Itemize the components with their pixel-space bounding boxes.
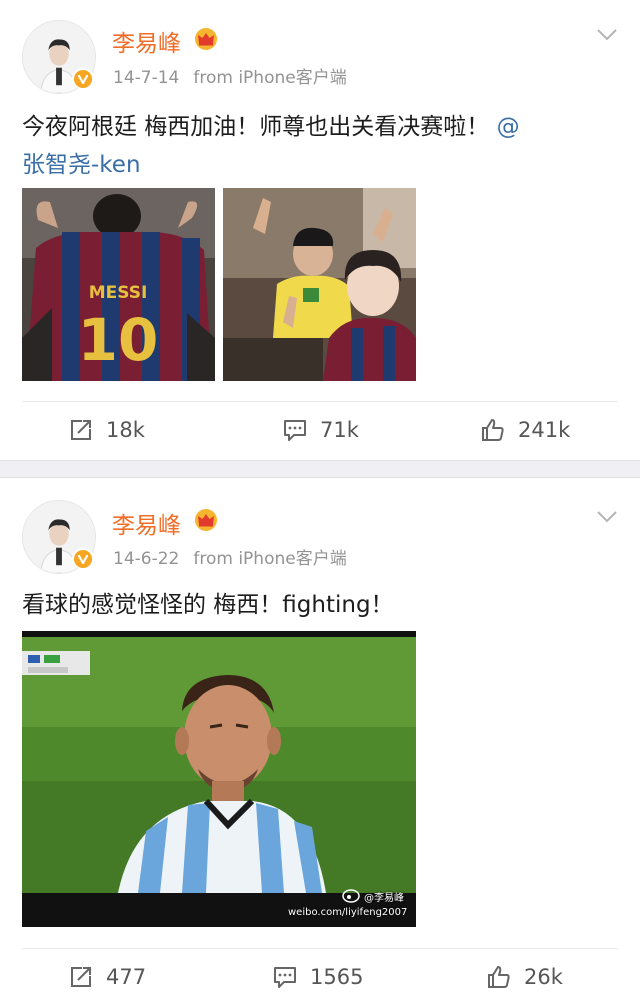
weibo-post-2: 李易峰 14-6-22 from iPhone客户端 看球的感觉怪怪的 梅西！fi… (0, 478, 640, 1008)
post-actions-bar: 477 1565 26k (22, 948, 618, 1004)
repost-count: 477 (106, 965, 147, 989)
post-date: 14-6-22 (113, 549, 180, 569)
post-source: from iPhone客户端 (193, 68, 347, 88)
comment-button[interactable]: 71k (282, 402, 359, 458)
thumbs-up-icon (482, 419, 504, 441)
like-count: 241k (518, 418, 571, 442)
like-button[interactable]: 26k (486, 949, 563, 1005)
watermark-url: weibo.com/liyifeng2007 (288, 907, 408, 918)
comment-count: 71k (320, 418, 359, 442)
post-date: 14-7-14 (113, 68, 180, 88)
chevron-down-icon[interactable] (596, 28, 618, 42)
comment-button[interactable]: 1565 (272, 949, 363, 1005)
repost-count: 18k (106, 418, 145, 442)
post-meta: 14-7-14 from iPhone客户端 (113, 63, 347, 88)
post-text: 今夜阿根廷 梅西加油！师尊也出关看决赛啦！ @ 张智尧-ken (22, 108, 622, 184)
like-count: 26k (524, 965, 563, 989)
repost-icon (71, 420, 91, 440)
comment-icon (284, 420, 306, 441)
jersey-name-text: MESSI (89, 283, 148, 303)
post-source: from iPhone客户端 (193, 549, 347, 569)
like-button[interactable]: 241k (480, 402, 570, 458)
crown-icon (195, 28, 217, 50)
thumbs-up-icon (488, 966, 510, 988)
chevron-down-icon[interactable] (596, 510, 618, 524)
verified-badge-icon (72, 68, 94, 90)
post-text: 看球的感觉怪怪的 梅西！fighting！ (22, 592, 394, 618)
post-photo[interactable]: @李易峰 weibo.com/liyifeng2007 (22, 631, 416, 927)
post-photo-2[interactable] (223, 188, 416, 381)
mention-at[interactable]: @ (497, 114, 520, 140)
post-actions-bar: 18k 71k 241k (22, 401, 618, 457)
comment-count: 1565 (310, 965, 364, 989)
crown-icon (195, 509, 217, 531)
selfie-photo-image (223, 188, 416, 381)
repost-button[interactable]: 477 (68, 949, 146, 1005)
repost-icon (71, 967, 91, 987)
username[interactable]: 李易峰 (112, 24, 181, 58)
post-photo-1[interactable]: MESSI 10 (22, 188, 215, 381)
post-meta: 14-6-22 from iPhone客户端 (113, 544, 347, 569)
jersey-photo-image: MESSI 10 (22, 188, 215, 381)
repost-button[interactable]: 18k (68, 402, 145, 458)
post-separator (0, 460, 640, 478)
football-player-photo-image (22, 631, 416, 927)
post-text-line: 今夜阿根廷 梅西加油！师尊也出关看决赛啦！ (22, 114, 490, 140)
verified-badge-icon (72, 548, 94, 570)
watermark-user: @李易峰 (364, 893, 404, 904)
comment-icon (274, 967, 296, 988)
jersey-number-text: 10 (78, 306, 159, 374)
mention-link[interactable]: 张智尧-ken (22, 152, 141, 178)
username[interactable]: 李易峰 (112, 506, 181, 540)
weibo-post-1: 李易峰 14-7-14 from iPhone客户端 今夜阿根廷 梅西加油！师尊也… (0, 0, 640, 460)
